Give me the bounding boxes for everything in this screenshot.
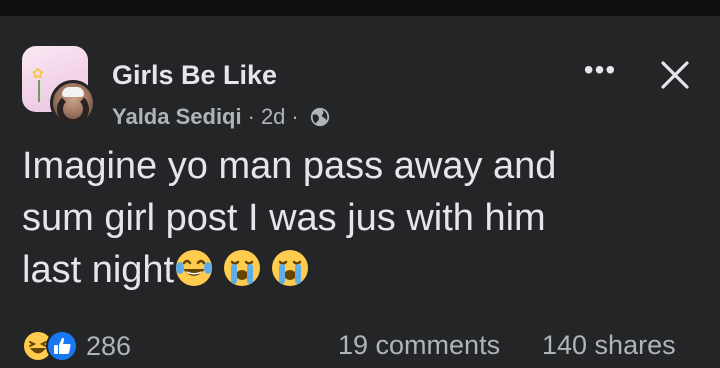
post-footer: 286 19 comments 140 shares bbox=[22, 328, 698, 368]
post-text-line: last night bbox=[22, 249, 175, 291]
post-time[interactable]: 2d bbox=[261, 104, 285, 130]
flower-stem bbox=[38, 80, 40, 102]
post-meta: Yalda Sediqi · 2d · bbox=[112, 104, 331, 130]
flower-icon: ✿ bbox=[32, 65, 44, 81]
avatar-hat bbox=[62, 87, 84, 97]
meta-separator: · bbox=[247, 104, 255, 129]
post-text-line: Imagine yo man pass away and bbox=[22, 145, 557, 187]
post-body: Imagine yo man pass away and sum girl po… bbox=[22, 140, 698, 296]
comments-count-link[interactable]: 19 comments bbox=[338, 330, 500, 361]
group-name[interactable]: Girls Be Like bbox=[112, 60, 277, 91]
author-name[interactable]: Yalda Sediqi bbox=[112, 104, 242, 130]
more-options-button[interactable]: ••• bbox=[578, 56, 622, 88]
close-icon[interactable] bbox=[654, 54, 696, 96]
post-text-line-last: last night bbox=[22, 244, 698, 296]
reaction-count: 286 bbox=[86, 330, 132, 361]
loudly-crying-emoji bbox=[224, 250, 261, 286]
meta-separator: · bbox=[291, 104, 299, 129]
post-card: ✿ Girls Be Like Yalda Sediqi · 2d · ••• … bbox=[0, 16, 720, 367]
shares-count-link[interactable]: 140 shares bbox=[542, 330, 676, 361]
post-text-line: sum girl post I was jus with him bbox=[22, 197, 546, 239]
author-avatar[interactable] bbox=[50, 80, 96, 126]
avatar-hair bbox=[57, 93, 89, 123]
window-top-strip bbox=[0, 0, 720, 16]
loudly-crying-emoji bbox=[272, 250, 309, 286]
globe-icon bbox=[310, 107, 329, 127]
like-reaction-icon bbox=[46, 330, 78, 362]
reactions-summary[interactable]: 286 bbox=[22, 330, 131, 362]
post-header: ✿ Girls Be Like Yalda Sediqi · 2d · ••• bbox=[22, 46, 698, 136]
laughing-tears-emoji bbox=[176, 250, 213, 286]
